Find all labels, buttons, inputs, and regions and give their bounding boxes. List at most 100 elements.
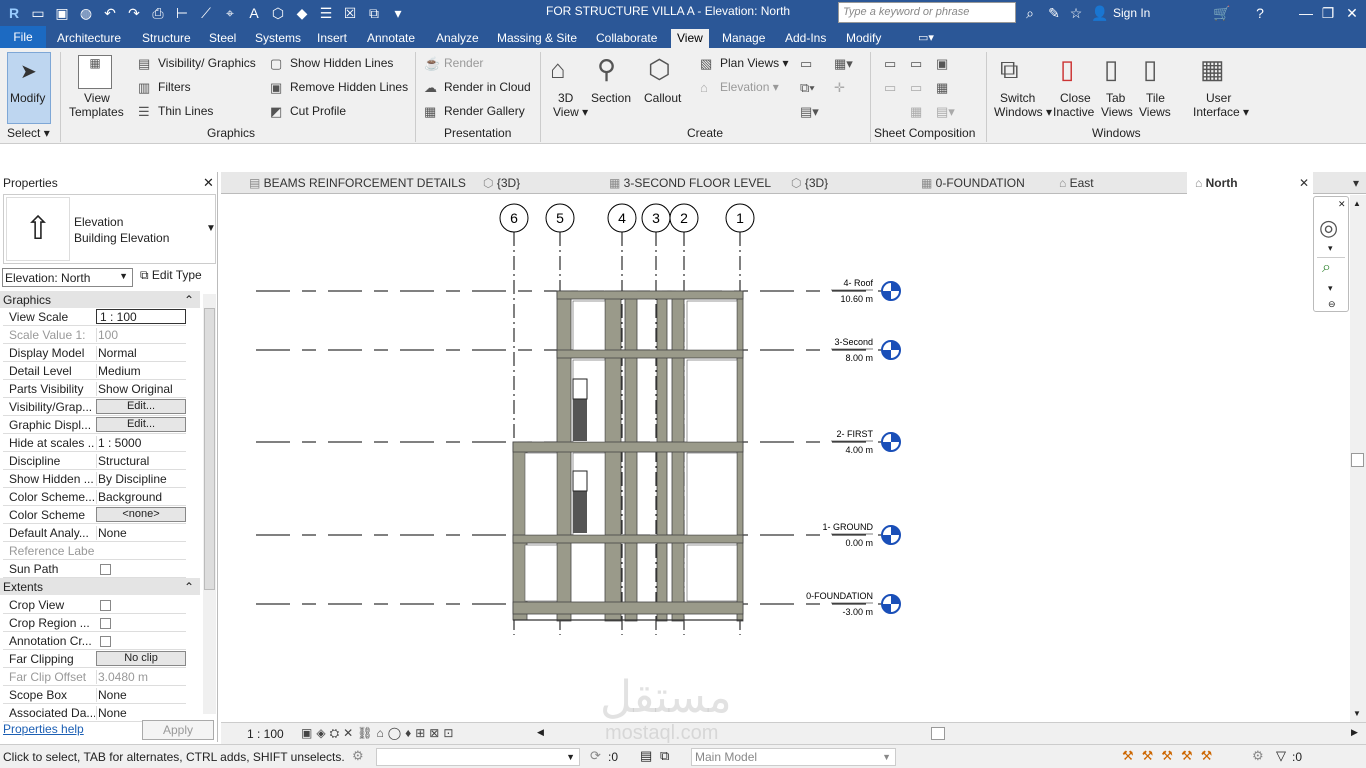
sync-icon[interactable]: ◍ [76, 3, 96, 23]
render-in-cloud-button[interactable]: Render in Cloud [444, 80, 531, 94]
schedules-icon[interactable]: ▦▾ [834, 56, 853, 72]
switch-windows-icon[interactable]: ⧉ [364, 3, 384, 23]
tab-view[interactable]: View [671, 29, 709, 48]
tab-systems[interactable]: Systems [255, 29, 301, 48]
property-edit-button[interactable]: No clip [96, 651, 186, 666]
remove-hidden-lines-button[interactable]: Remove Hidden Lines [290, 80, 408, 94]
cart-icon[interactable]: 🛒 [1212, 3, 1232, 23]
tile-views-label-2[interactable]: Views [1139, 105, 1171, 119]
view-tab[interactable]: ⌂ East [1059, 176, 1094, 190]
undo-icon[interactable]: ↶ [100, 3, 120, 23]
close-tab-icon[interactable]: ✕ [1299, 176, 1309, 190]
property-row[interactable]: Scope Box None [3, 686, 186, 704]
apply-button[interactable]: Apply [142, 720, 214, 740]
property-row[interactable]: Far Clipping No clip [3, 650, 186, 668]
measure-icon[interactable]: ⊢ [172, 3, 192, 23]
property-row[interactable]: Crop Region ... [3, 614, 186, 632]
property-value[interactable]: None [96, 526, 186, 540]
edit-type-button[interactable]: ⧉ Edit Type [140, 268, 202, 283]
background-processes-icon[interactable]: ⚙ [1252, 748, 1264, 764]
matchline-icon[interactable]: ▦ [936, 80, 948, 96]
open-icon[interactable]: ▭ [28, 3, 48, 23]
tab-views-label-2[interactable]: Views [1101, 105, 1133, 119]
property-edit-button[interactable]: Edit... [96, 399, 186, 414]
place-view-icon[interactable]: ▣ [936, 56, 948, 72]
thin-lines-button[interactable]: Thin Lines [158, 104, 213, 118]
file-menu-tab[interactable]: File [0, 26, 46, 48]
property-row[interactable]: Sun Path [3, 560, 186, 578]
horizontal-scroll-thumb[interactable] [931, 727, 945, 740]
user-interface-label-1[interactable]: User [1206, 91, 1231, 105]
property-value[interactable]: Background [96, 490, 186, 504]
steering-wheel-icon[interactable]: ◎ [1319, 215, 1338, 241]
navbar-options-icon[interactable]: ⊖ [1328, 299, 1336, 310]
view-control-icons[interactable]: ▣◈⛭✕⛓⌂◯♦⊞⊠⊡ [301, 726, 457, 741]
minimize-icon[interactable]: — [1296, 3, 1316, 23]
restore-icon[interactable]: ❐ [1318, 3, 1338, 23]
close-inactive-label-1[interactable]: Close [1060, 91, 1091, 105]
graphics-group-header[interactable]: Graphics ⌃ [0, 291, 200, 308]
tab-massing-site[interactable]: Massing & Site [497, 29, 577, 48]
property-value[interactable]: Normal [96, 346, 186, 360]
tab-architecture[interactable]: Architecture [57, 29, 121, 48]
property-value[interactable]: Show Original [96, 382, 186, 396]
user-icon[interactable]: 👤 [1090, 3, 1110, 23]
section-button[interactable]: Section [591, 91, 631, 105]
property-value[interactable]: By Discipline [96, 472, 186, 486]
3d-view-label-1[interactable]: 3D [558, 91, 573, 105]
tab-views-label-1[interactable]: Tab [1106, 91, 1125, 105]
user-interface-label-2[interactable]: Interface ▾ [1193, 105, 1249, 119]
switch-windows-label-2[interactable]: Windows ▾ [994, 105, 1052, 119]
redo-icon[interactable]: ↷ [124, 3, 144, 23]
property-row[interactable]: Show Hidden ... By Discipline [3, 470, 186, 488]
property-row[interactable]: Display Model Normal [3, 344, 186, 362]
property-value[interactable]: None [96, 706, 186, 720]
property-row[interactable]: Reference Label [3, 542, 186, 560]
3d-view-label-2[interactable]: View ▾ [553, 105, 588, 119]
zoom-chevron-icon[interactable]: ▾ [1328, 283, 1333, 294]
sign-in-link[interactable]: Sign In [1113, 6, 1150, 20]
tile-views-label-1[interactable]: Tile [1146, 91, 1165, 105]
tab-steel[interactable]: Steel [209, 29, 236, 48]
scroll-right-icon[interactable]: ▶ [1351, 727, 1358, 738]
filters-button[interactable]: Filters [158, 80, 191, 94]
property-checkbox[interactable] [100, 600, 111, 611]
view-tab[interactable]: ▦ 3-SECOND FLOOR LEVEL [609, 176, 771, 190]
favorites-star-icon[interactable]: ☆ [1066, 3, 1086, 23]
tab-insert[interactable]: Insert [317, 29, 347, 48]
text-icon[interactable]: A [244, 3, 264, 23]
vertical-scrollbar[interactable]: ▲ ▼ [1350, 195, 1366, 722]
plan-views-button[interactable]: Plan Views ▾ [720, 56, 789, 70]
tab-add-ins[interactable]: Add-Ins [785, 29, 826, 48]
tag-icon[interactable]: ⌖ [220, 3, 240, 23]
property-row[interactable]: Detail Level Medium [3, 362, 186, 380]
close-icon[interactable]: ✕ [1342, 3, 1362, 23]
property-row[interactable]: Crop View [3, 596, 186, 614]
thin-lines-icon[interactable]: ☰ [316, 3, 336, 23]
select-dropdown[interactable]: Select ▾ [7, 126, 50, 140]
visibility-graphics-button[interactable]: Visibility/ Graphics [158, 56, 256, 70]
view-templates-label-2[interactable]: Templates [69, 105, 124, 119]
property-row[interactable]: Graphic Displ... Edit... [3, 416, 186, 434]
property-row[interactable]: Discipline Structural [3, 452, 186, 470]
editing-requests-icon[interactable]: ⟳ [590, 748, 601, 764]
close-inactive-label-2[interactable]: Inactive [1053, 105, 1094, 119]
exclude-options-icon[interactable]: ⧉ [660, 748, 669, 764]
titleblock-icon[interactable]: ▭ [910, 56, 922, 72]
selection-options-icons[interactable]: ⚒⚒⚒⚒⚒ [1122, 748, 1220, 764]
property-row[interactable]: Hide at scales ... 1 : 5000 [3, 434, 186, 452]
render-gallery-button[interactable]: Render Gallery [444, 104, 525, 118]
property-row[interactable]: Far Clip Offset 3.0480 m [3, 668, 186, 686]
property-value[interactable]: None [96, 688, 186, 702]
callout-button[interactable]: Callout [644, 91, 681, 105]
panel-toggle-icon[interactable]: ▭▾ [918, 31, 942, 45]
property-row[interactable]: Default Analy... None [3, 524, 186, 542]
view-scale-control[interactable]: 1 : 100 [247, 727, 284, 741]
property-value[interactable]: Structural [96, 454, 186, 468]
subscription-icon[interactable]: ✎ [1044, 3, 1064, 23]
properties-help-link[interactable]: Properties help [3, 722, 84, 736]
tab-structure[interactable]: Structure [142, 29, 191, 48]
duplicate-view-icon[interactable]: ⧉▾ [800, 80, 815, 96]
switch-windows-label-1[interactable]: Switch [1000, 91, 1035, 105]
show-hidden-lines-button[interactable]: Show Hidden Lines [290, 56, 393, 70]
